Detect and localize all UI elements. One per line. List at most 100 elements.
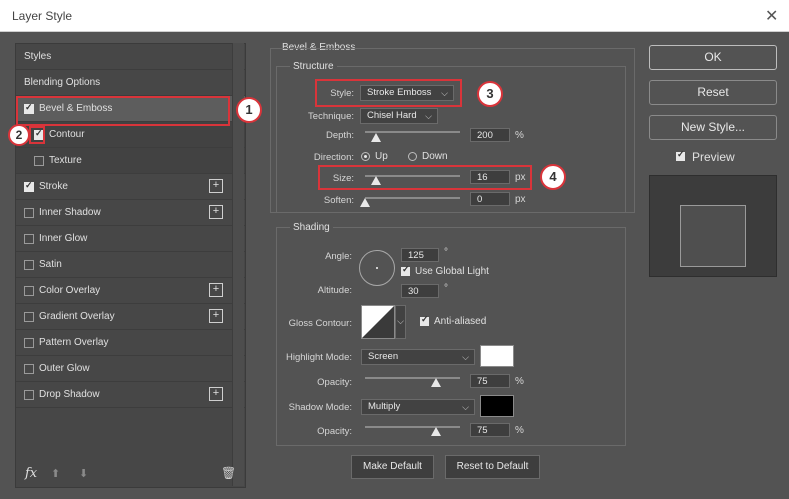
gloss-contour-label: Gloss Contour:: [288, 318, 352, 329]
highlight-opacity-track[interactable]: [365, 377, 460, 379]
styles-list-footer: fx ⬆ ⬇ 🗑: [15, 462, 244, 486]
sidebar-item[interactable]: Pattern Overlay: [16, 330, 245, 356]
sidebar-item[interactable]: Texture: [16, 148, 245, 174]
shadow-color-swatch[interactable]: [480, 395, 514, 417]
shading-heading: Shading: [290, 222, 333, 233]
style-checkbox[interactable]: [24, 260, 34, 270]
reset-button[interactable]: Reset: [649, 80, 777, 105]
highlight-mode-dropdown[interactable]: Screen ⌵: [361, 349, 475, 365]
sidebar-item[interactable]: Outer Glow: [16, 356, 245, 382]
sidebar-item[interactable]: Drop Shadow +: [16, 382, 245, 408]
angle-dial[interactable]: [359, 250, 395, 286]
close-icon[interactable]: ✕: [765, 6, 778, 26]
annotation-box-bevel: [16, 96, 230, 126]
contour-curve-icon: [362, 306, 394, 338]
add-effect-icon[interactable]: +: [209, 309, 223, 323]
direction-up-radio[interactable]: [361, 152, 370, 161]
soften-input[interactable]: 0: [470, 192, 510, 206]
angle-dial-center: [376, 267, 378, 269]
depth-unit: %: [515, 130, 524, 141]
global-light-label: Use Global Light: [415, 266, 489, 277]
style-checkbox[interactable]: [24, 208, 34, 218]
depth-label: Depth:: [326, 130, 354, 141]
chevron-down-icon: ⌵: [425, 111, 432, 121]
add-effect-icon[interactable]: +: [209, 179, 223, 193]
gloss-contour-dropdown[interactable]: ⌵: [395, 305, 406, 339]
chevron-down-icon: ⌵: [462, 402, 469, 412]
sidebar-item[interactable]: Gradient Overlay +: [16, 304, 245, 330]
ok-button[interactable]: OK: [649, 45, 777, 70]
style-checkbox[interactable]: [24, 390, 34, 400]
add-effect-icon[interactable]: +: [209, 205, 223, 219]
trash-icon[interactable]: 🗑: [221, 466, 236, 480]
preview-checkbox[interactable]: [676, 149, 685, 161]
highlight-opacity-input[interactable]: 75: [470, 374, 510, 388]
direction-down-radio[interactable]: [408, 152, 417, 161]
add-effect-icon[interactable]: +: [209, 283, 223, 297]
highlight-opacity-label: Opacity:: [317, 377, 352, 388]
structure-heading: Structure: [290, 61, 337, 72]
window-title: Layer Style: [12, 9, 73, 23]
style-checkbox[interactable]: [24, 312, 34, 322]
technique-dropdown[interactable]: Chisel Hard ⌵: [360, 108, 438, 124]
shadow-opacity-label: Opacity:: [317, 426, 352, 437]
soften-slider-thumb[interactable]: [360, 198, 370, 207]
highlight-opacity-thumb[interactable]: [431, 378, 442, 387]
preview-thumbnail: [680, 205, 746, 267]
altitude-label: Altitude:: [317, 285, 352, 296]
highlight-color-swatch[interactable]: [480, 345, 514, 367]
make-default-button[interactable]: Make Default: [351, 455, 434, 479]
global-light-checkbox[interactable]: [401, 264, 410, 276]
reset-to-default-button[interactable]: Reset to Default: [445, 455, 540, 479]
direction-up-label: Up: [375, 151, 388, 162]
gloss-contour-preview[interactable]: [361, 305, 395, 339]
sidebar-item-label: Gradient Overlay: [39, 311, 115, 322]
shadow-opacity-track[interactable]: [365, 426, 460, 428]
style-checkbox[interactable]: [24, 234, 34, 244]
fx-icon[interactable]: fx: [25, 466, 37, 481]
move-down-icon[interactable]: ⬇: [79, 467, 88, 480]
style-checkbox[interactable]: [24, 286, 34, 296]
shadow-opacity-input[interactable]: 75: [470, 423, 510, 437]
sidebar-item[interactable]: Inner Shadow +: [16, 200, 245, 226]
sidebar-item-label: Inner Glow: [39, 233, 88, 244]
style-checkbox[interactable]: [24, 364, 34, 374]
soften-slider-track[interactable]: [365, 197, 460, 199]
depth-slider-thumb[interactable]: [371, 133, 382, 142]
direction-down-label: Down: [422, 151, 448, 162]
sidebar-item-label: Contour: [49, 129, 85, 140]
annotation-badge-4: 4: [540, 164, 566, 190]
sidebar-item[interactable]: Satin: [16, 252, 245, 278]
sidebar-item[interactable]: Inner Glow: [16, 226, 245, 252]
annotation-box-size: [318, 165, 532, 190]
style-checkbox[interactable]: [24, 338, 34, 348]
depth-input[interactable]: 200: [470, 128, 510, 142]
altitude-unit: °: [444, 283, 448, 294]
sidebar-item[interactable]: Stroke +: [16, 174, 245, 200]
new-style-button[interactable]: New Style...: [649, 115, 777, 140]
annotation-badge-2: 2: [8, 124, 30, 146]
soften-label: Soften:: [323, 195, 354, 206]
altitude-input[interactable]: 30: [401, 284, 439, 298]
soften-unit: px: [515, 194, 526, 205]
sidebar-item[interactable]: Color Overlay +: [16, 278, 245, 304]
angle-input[interactable]: 125: [401, 248, 439, 262]
shadow-mode-value: Multiply: [368, 401, 401, 412]
sidebar-item-label: Texture: [49, 155, 82, 166]
move-up-icon[interactable]: ⬆: [51, 467, 60, 480]
sidebar-item[interactable]: Blending Options: [16, 70, 245, 96]
chevron-down-icon: ⌵: [462, 352, 469, 362]
add-effect-icon[interactable]: +: [209, 387, 223, 401]
direction-label: Direction:: [313, 152, 354, 163]
shadow-opacity-thumb[interactable]: [431, 427, 442, 436]
sidebar-item-label: Inner Shadow: [39, 207, 101, 218]
anti-aliased-checkbox[interactable]: [420, 314, 429, 326]
sidebar-item-label: Blending Options: [24, 77, 101, 88]
sidebar-item-label: Outer Glow: [39, 363, 90, 374]
style-checkbox[interactable]: [24, 180, 34, 192]
shadow-mode-dropdown[interactable]: Multiply ⌵: [361, 399, 475, 415]
style-checkbox[interactable]: [34, 156, 44, 166]
preview-label: Preview: [692, 150, 735, 164]
highlight-mode-label: Highlight Mode:: [285, 352, 352, 363]
sidebar-item[interactable]: Styles: [16, 44, 245, 70]
